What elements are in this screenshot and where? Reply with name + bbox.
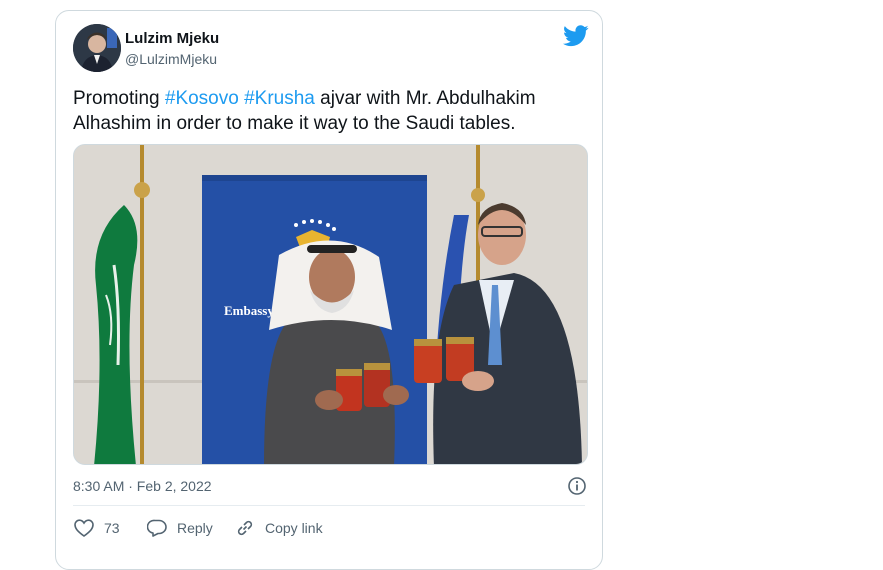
link-icon (237, 520, 253, 536)
reply-label: Reply (177, 520, 213, 536)
twitter-bird-icon[interactable] (563, 25, 589, 47)
info-icon[interactable] (568, 477, 586, 495)
display-name[interactable]: Lulzim Mjeku (125, 30, 219, 47)
user-handle[interactable]: @LulzimMjeku (125, 51, 217, 67)
like-button[interactable]: 73 (74, 517, 120, 539)
heart-icon (74, 519, 94, 537)
tweet-photo[interactable]: Embassy (73, 144, 588, 465)
reply-bubble-icon (147, 519, 167, 537)
like-count: 73 (104, 520, 120, 536)
tweet-text: Promoting #Kosovo #Krusha ajvar with Mr.… (73, 86, 583, 136)
avatar[interactable] (73, 24, 121, 72)
hashtag-kosovo[interactable]: #Kosovo (165, 88, 239, 109)
divider (73, 505, 585, 506)
tweet-card: Lulzim Mjeku @LulzimMjeku Promoting #Kos… (55, 10, 603, 570)
banner-text: Embassy (224, 303, 274, 318)
tweet-timestamp[interactable]: 8:30 AM · Feb 2, 2022 (73, 478, 212, 494)
copy-link-button[interactable]: Copy link (235, 517, 323, 539)
copy-link-label: Copy link (265, 520, 323, 536)
tweet-text-prefix: Promoting (73, 88, 165, 109)
reply-button[interactable]: Reply (147, 517, 213, 539)
hashtag-krusha[interactable]: #Krusha (244, 88, 315, 109)
